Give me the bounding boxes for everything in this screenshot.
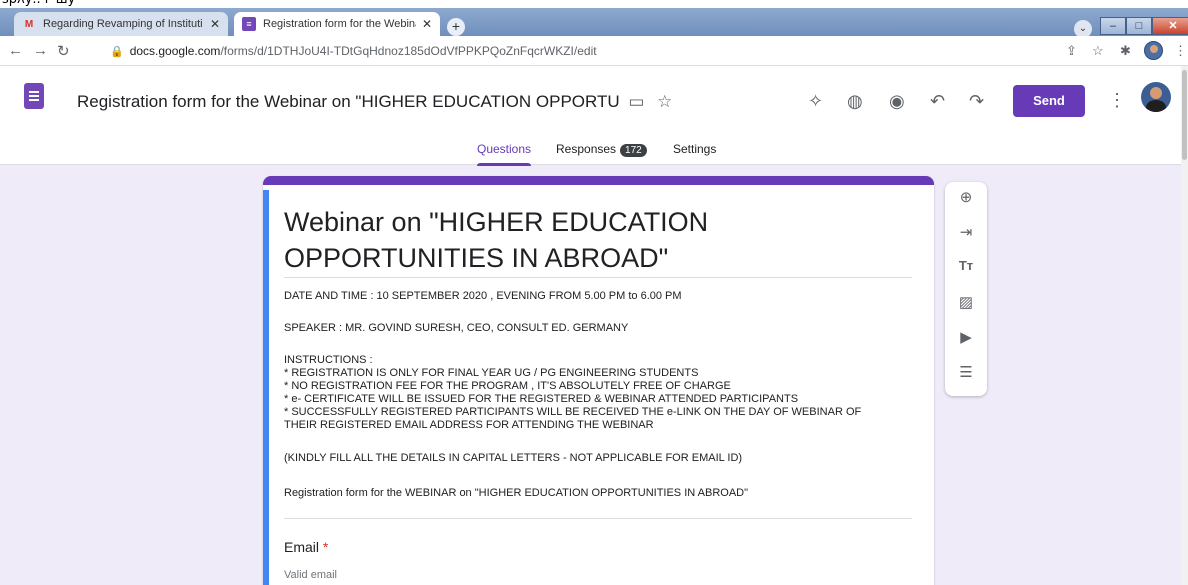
close-tab-icon[interactable]: ✕ <box>422 17 432 31</box>
star-icon[interactable]: ☆ <box>657 92 672 111</box>
forward-arrow-icon[interactable]: → <box>33 42 48 59</box>
tab-responses[interactable]: Responses 172 <box>556 142 647 166</box>
add-section-icon[interactable]: ☰ <box>945 363 987 387</box>
top-caption-fragment: ѕрλу..·г·шу·· <box>2 0 84 7</box>
description-instruction-line[interactable]: * NO REGISTRATION FEE FOR THE PROGRAM , … <box>284 380 731 393</box>
tab-settings-label: Settings <box>673 142 717 156</box>
url-host: docs.google.com <box>129 44 221 58</box>
close-tab-icon[interactable]: ✕ <box>210 17 220 31</box>
url-field[interactable]: 🔒 docs.google.com/forms/d/1DTHJoU4I-TDtGq… <box>110 40 1070 62</box>
description-instructions-heading[interactable]: INSTRUCTIONS : <box>284 354 373 367</box>
description-date-time[interactable]: DATE AND TIME : 10 SEPTEMBER 2020 , EVEN… <box>284 290 682 303</box>
document-title[interactable]: Registration form for the Webinar on "HI… <box>77 92 672 112</box>
add-question-icon[interactable]: ⊕ <box>945 188 987 212</box>
form-tabs: Questions Responses 172 Settings <box>0 142 1188 166</box>
close-window-button[interactable]: ✕ <box>1152 17 1188 35</box>
undo-icon[interactable]: ↶ <box>930 91 945 112</box>
gmail-icon: M <box>24 18 34 30</box>
tab-questions[interactable]: Questions <box>477 142 532 166</box>
folder-icon[interactable]: ▭ <box>628 92 644 111</box>
preview-eye-icon[interactable]: ◉ <box>889 91 905 112</box>
add-image-icon[interactable]: ▨ <box>945 293 987 317</box>
window-controls: – □ ✕ <box>1100 17 1188 35</box>
description-instruction-line[interactable]: * SUCCESSFULLY REGISTERED PARTICIPANTS W… <box>284 406 861 419</box>
url-path: /forms/d/1DTHJoU4I-TDtGqHdnoz185dOdVfPPK… <box>220 44 597 58</box>
document-title-text: Registration form for the Webinar on "HI… <box>77 92 620 111</box>
google-forms-logo-icon[interactable] <box>24 83 44 109</box>
browser-tab-forms[interactable]: ≡ Registration form for the Webina ✕ <box>234 12 440 36</box>
reload-icon[interactable]: ↻ <box>57 42 70 60</box>
new-tab-button[interactable]: + <box>447 18 465 36</box>
scrollbar-thumb[interactable] <box>1182 70 1187 160</box>
add-video-icon[interactable]: ▶ <box>945 328 987 352</box>
redo-icon[interactable]: ↷ <box>969 91 984 112</box>
lock-icon: 🔒 <box>110 46 124 58</box>
browser-tab-label: Registration form for the Webina <box>263 18 416 30</box>
top-caption-strip: ѕрλу..·г·шу·· <box>0 0 1188 8</box>
maximize-button[interactable]: □ <box>1126 17 1152 35</box>
browser-tab-gmail[interactable]: M Regarding Revamping of Instituti ✕ <box>14 12 228 36</box>
minimize-button[interactable]: – <box>1100 17 1126 35</box>
extensions-puzzle-icon[interactable]: ✱ <box>1120 43 1131 59</box>
tab-responses-label: Responses <box>556 142 617 156</box>
form-title[interactable]: Webinar on "HIGHER EDUCATION OPPORTUNITI… <box>284 204 904 276</box>
title-divider <box>284 277 912 278</box>
description-note[interactable]: (KINDLY FILL ALL THE DETAILS IN CAPITAL … <box>284 452 742 465</box>
browser-tab-label: Regarding Revamping of Instituti <box>43 18 203 30</box>
responses-count-badge: 172 <box>620 144 647 157</box>
selected-card-indicator <box>263 190 269 585</box>
email-question-title[interactable]: Email * <box>284 539 328 555</box>
google-forms-icon: ≡ <box>242 17 256 31</box>
email-question-label: Email <box>284 539 320 555</box>
back-arrow-icon[interactable]: ← <box>8 42 23 59</box>
add-title-description-icon[interactable]: Tт <box>945 258 987 282</box>
tab-settings[interactable]: Settings <box>673 142 716 166</box>
required-asterisk: * <box>322 539 329 555</box>
browser-profile-avatar[interactable] <box>1144 41 1163 60</box>
add-on-puzzle-icon[interactable]: ✧ <box>808 91 823 112</box>
share-icon[interactable]: ⇪ <box>1066 43 1077 59</box>
browser-tab-strip: M Regarding Revamping of Instituti ✕ ≡ R… <box>0 8 1188 38</box>
import-questions-icon[interactable]: ⇥ <box>945 223 987 247</box>
description-instruction-line[interactable]: * REGISTRATION IS ONLY FOR FINAL YEAR UG… <box>284 367 698 380</box>
customize-theme-palette-icon[interactable]: ◍ <box>847 91 863 112</box>
send-button[interactable]: Send <box>1013 85 1085 117</box>
description-subtitle[interactable]: Registration form for the WEBINAR on "HI… <box>284 487 748 500</box>
floating-toolbar: ⊕ ⇥ Tт ▨ ▶ ☰ <box>945 182 987 396</box>
description-speaker[interactable]: SPEAKER : MR. GOVIND SURESH, CEO, CONSUL… <box>284 322 628 335</box>
description-divider <box>284 518 912 519</box>
more-options-icon[interactable]: ⋮ <box>1108 90 1126 111</box>
description-instruction-line[interactable]: THEIR REGISTERED EMAIL ADDRESS FOR ATTEN… <box>284 419 654 432</box>
description-instruction-line[interactable]: * e- CERTIFICATE WILL BE ISSUED FOR THE … <box>284 393 798 406</box>
bookmark-star-icon[interactable]: ☆ <box>1092 43 1104 59</box>
address-bar-row: ← → ↻ 🔒 docs.google.com/forms/d/1DTHJoU4I… <box>0 36 1188 66</box>
tab-questions-label: Questions <box>477 142 532 156</box>
browser-menu-icon[interactable]: ⋮ <box>1174 43 1187 59</box>
account-avatar[interactable] <box>1141 82 1171 112</box>
email-field[interactable]: Valid email <box>284 569 337 581</box>
forms-header: Registration form for the Webinar on "HI… <box>0 66 1188 166</box>
